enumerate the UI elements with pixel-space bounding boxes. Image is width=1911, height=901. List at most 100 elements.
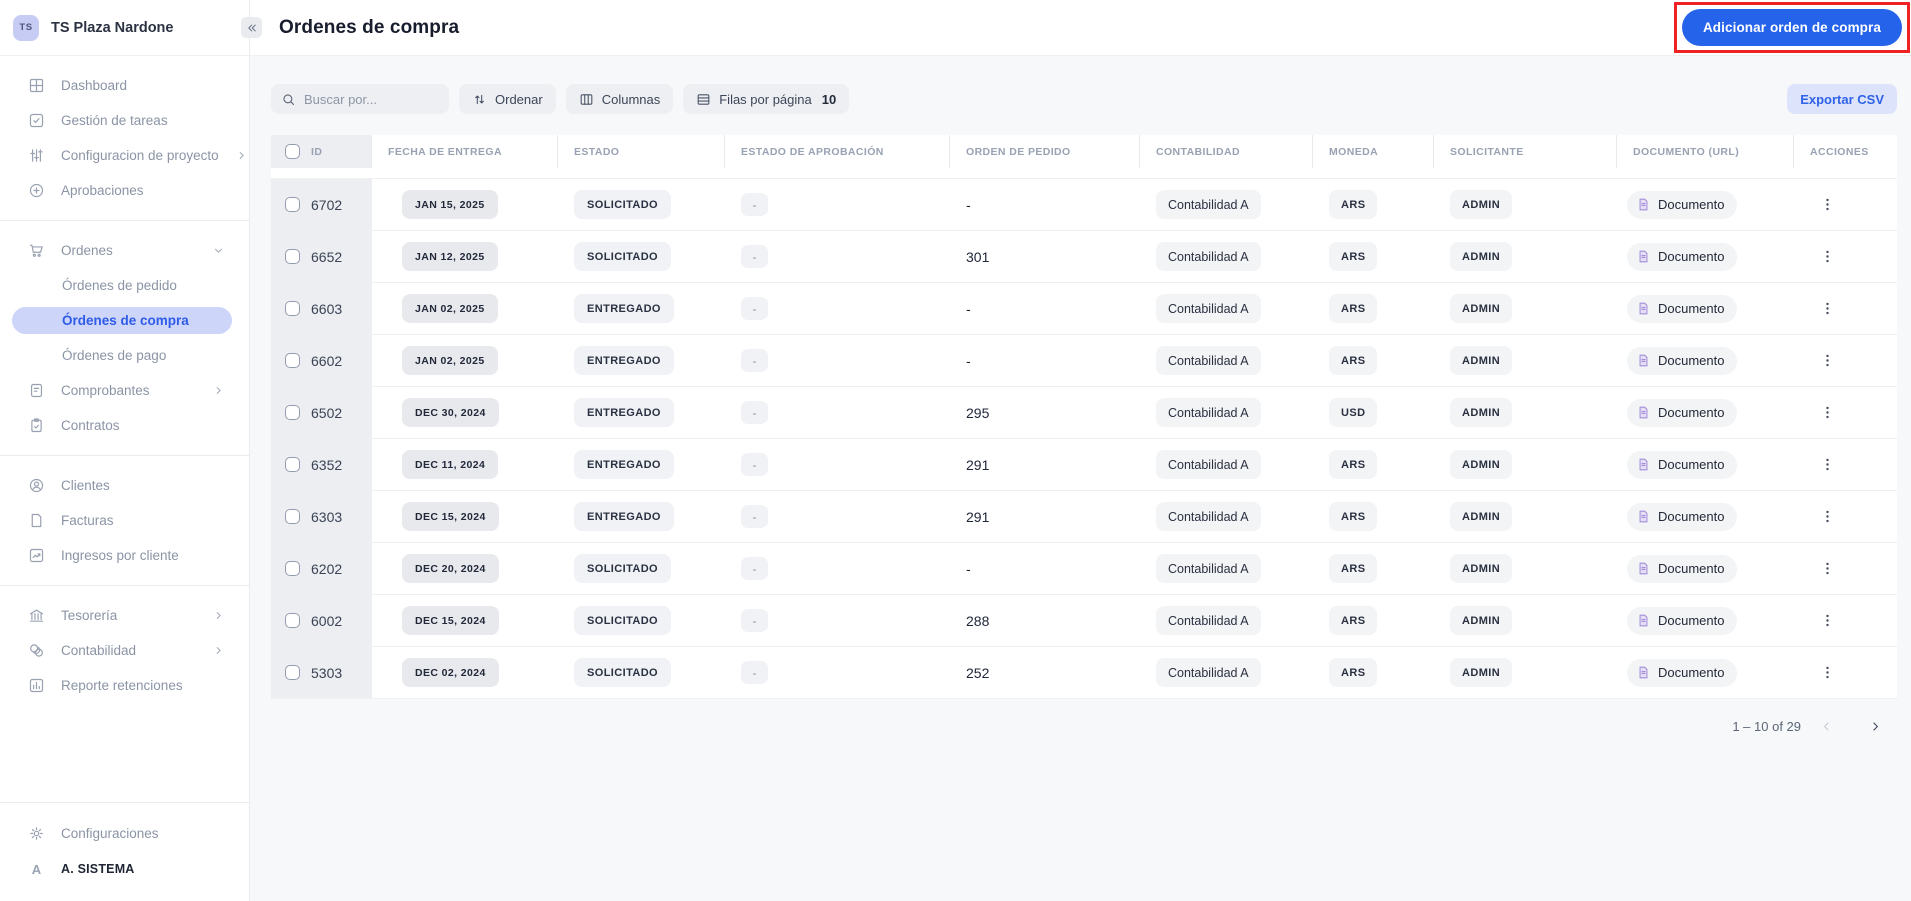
column-header-label: CONTABILIDAD: [1156, 145, 1240, 158]
column-header-label: MONEDA: [1329, 145, 1379, 158]
sidebar-item-contratos[interactable]: Contratos: [0, 408, 249, 443]
sidebar: TS TS Plaza Nardone Dashboard Gestión de …: [0, 0, 250, 901]
document-link[interactable]: Documento: [1627, 658, 1738, 687]
table-row-6603[interactable]: 6603 JAN 02, 2025 ENTREGADO - - Contabilidad …: [271, 282, 1897, 334]
order-id: 6502: [311, 404, 343, 421]
row-actions-button[interactable]: [1814, 192, 1840, 218]
document-link[interactable]: Documento: [1627, 294, 1738, 323]
document-link[interactable]: Documento: [1627, 398, 1738, 427]
sidebar-item-configuracion-de-proyecto[interactable]: Configuracion de proyecto: [0, 138, 249, 173]
sidebar-item-dashboard[interactable]: Dashboard: [0, 68, 249, 103]
search-input[interactable]: [304, 91, 439, 107]
table-row-6502[interactable]: 6502 DEC 30, 2024 ENTREGADO - 295 Contabilida…: [271, 386, 1897, 438]
document-link[interactable]: Documento: [1627, 190, 1738, 219]
pagination-prev-button[interactable]: [1816, 716, 1836, 736]
columns-label: Columnas: [601, 91, 661, 107]
row-checkbox[interactable]: [285, 613, 300, 628]
row-checkbox[interactable]: [285, 665, 300, 680]
row-actions-button[interactable]: [1814, 660, 1840, 686]
document-link[interactable]: Documento: [1627, 242, 1738, 271]
document-link[interactable]: Documento: [1627, 346, 1738, 375]
sidebar-item-facturas[interactable]: Facturas: [0, 503, 249, 538]
select-all-checkbox[interactable]: [285, 144, 300, 159]
row-actions-button[interactable]: [1814, 556, 1840, 582]
approval-status-badge: -: [741, 349, 768, 372]
topbar: Ordenes de compra Adicionar orden de com…: [241, 0, 1911, 56]
row-checkbox[interactable]: [285, 405, 300, 420]
actions-cell: [1794, 387, 1897, 438]
sidebar-user[interactable]: A A. SISTEMA: [0, 851, 249, 887]
row-actions-button[interactable]: [1814, 244, 1840, 270]
row-actions-button[interactable]: [1814, 452, 1840, 478]
sort-button[interactable]: Ordenar: [459, 84, 556, 114]
requester-badge: ADMIN: [1450, 346, 1513, 375]
row-checkbox[interactable]: [285, 353, 300, 368]
table-row-6303[interactable]: 6303 DEC 15, 2024 ENTREGADO - 291 Contabilida…: [271, 490, 1897, 542]
actions-cell: [1794, 231, 1897, 282]
document-link[interactable]: Documento: [1627, 450, 1738, 479]
sidebar-item-configuraciones[interactable]: Configuraciones: [0, 815, 249, 851]
purchase-request-cell: 291: [950, 439, 1140, 490]
row-checkbox[interactable]: [285, 509, 300, 524]
row-actions-button[interactable]: [1814, 296, 1840, 322]
row-checkbox[interactable]: [285, 197, 300, 212]
column-header-estado-de-aprobacion: ESTADO DE APROBACIÓN: [725, 135, 950, 168]
document-link[interactable]: Documento: [1627, 606, 1738, 635]
sidebar-item-tesoreria[interactable]: Tesorería: [0, 598, 249, 633]
requester-cell: ADMIN: [1434, 179, 1617, 230]
row-checkbox[interactable]: [285, 301, 300, 316]
approval-status-badge: -: [741, 297, 768, 320]
rows-per-page-button[interactable]: Filas por página 10: [683, 84, 850, 114]
chevron-left-icon: [1819, 719, 1834, 734]
currency-cell: ARS: [1313, 179, 1434, 230]
purchase-request-value: 295: [966, 404, 990, 421]
column-header-orden-de-pedido: ORDEN DE PEDIDO: [950, 135, 1140, 168]
document-link[interactable]: Documento: [1627, 502, 1738, 531]
table-row-6602[interactable]: 6602 JAN 02, 2025 ENTREGADO - - Contabilidad …: [271, 334, 1897, 386]
sidebar-subitem-ordenes-de-pago[interactable]: Órdenes de pago: [0, 338, 249, 373]
sidebar-item-contabilidad[interactable]: Contabilidad: [0, 633, 249, 668]
table-row-5303[interactable]: 5303 DEC 02, 2024 SOLICITADO - 252 Contabilid…: [271, 646, 1897, 699]
requester-cell: ADMIN: [1434, 647, 1617, 698]
table-row-6002[interactable]: 6002 DEC 15, 2024 SOLICITADO - 288 Contabilid…: [271, 594, 1897, 646]
delivery-date-badge: DEC 20, 2024: [402, 554, 499, 583]
row-checkbox[interactable]: [285, 457, 300, 472]
sidebar-item-reporte-retenciones[interactable]: Reporte retenciones: [0, 668, 249, 703]
sidebar-item-clientes[interactable]: Clientes: [0, 468, 249, 503]
row-checkbox[interactable]: [285, 561, 300, 576]
table-row-6352[interactable]: 6352 DEC 11, 2024 ENTREGADO - 291 Contabilida…: [271, 438, 1897, 490]
document-link[interactable]: Documento: [1627, 554, 1738, 583]
chevron-right-icon: [212, 384, 225, 397]
sidebar-subitem-ordenes-de-compra[interactable]: Órdenes de compra: [12, 307, 232, 334]
table-row-6202[interactable]: 6202 DEC 20, 2024 SOLICITADO - - Contabilidad…: [271, 542, 1897, 594]
row-actions-button[interactable]: [1814, 608, 1840, 634]
column-header-moneda: MONEDA: [1313, 135, 1434, 168]
table-row-6702[interactable]: 6702 JAN 15, 2025 SOLICITADO - - Contabilidad…: [271, 178, 1897, 230]
columns-button[interactable]: Columnas: [565, 84, 674, 114]
row-actions-button[interactable]: [1814, 348, 1840, 374]
add-purchase-order-button[interactable]: Adicionar orden de compra: [1681, 9, 1902, 46]
sidebar-item-ordenes[interactable]: Ordenes: [0, 233, 249, 268]
sidebar-item-comprobantes[interactable]: Comprobantes: [0, 373, 249, 408]
sidebar-item-ingresos-por-cliente[interactable]: Ingresos por cliente: [0, 538, 249, 573]
document-label: Documento: [1658, 301, 1725, 316]
document-cell: Documento: [1617, 647, 1794, 698]
requester-cell: ADMIN: [1434, 491, 1617, 542]
document-label: Documento: [1658, 353, 1725, 368]
row-actions-button[interactable]: [1814, 400, 1840, 426]
status-cell: SOLICITADO: [558, 595, 725, 646]
sidebar-item-aprobaciones[interactable]: Aprobaciones: [0, 173, 249, 208]
table-row-6652[interactable]: 6652 JAN 12, 2025 SOLICITADO - 301 Contabilid…: [271, 230, 1897, 282]
sidebar-subitem-ordenes-de-pedido[interactable]: Órdenes de pedido: [0, 268, 249, 303]
purchase-request-value: -: [966, 560, 971, 577]
sidebar-item-label: Comprobantes: [61, 383, 150, 398]
sidebar-item-gestion-de-tareas[interactable]: Gestión de tareas: [0, 103, 249, 138]
export-csv-button[interactable]: Exportar CSV: [1787, 84, 1897, 114]
row-actions-button[interactable]: [1814, 504, 1840, 530]
orders-table: ID FECHA DE ENTREGA ESTADO ESTADO DE APROBA…: [271, 135, 1897, 699]
pagination-next-button[interactable]: [1865, 716, 1885, 736]
delivery-date-badge: JAN 15, 2025: [402, 190, 498, 219]
workspace-switcher[interactable]: TS TS Plaza Nardone: [0, 0, 249, 56]
sidebar-collapse-button[interactable]: [241, 17, 262, 38]
row-checkbox[interactable]: [285, 249, 300, 264]
